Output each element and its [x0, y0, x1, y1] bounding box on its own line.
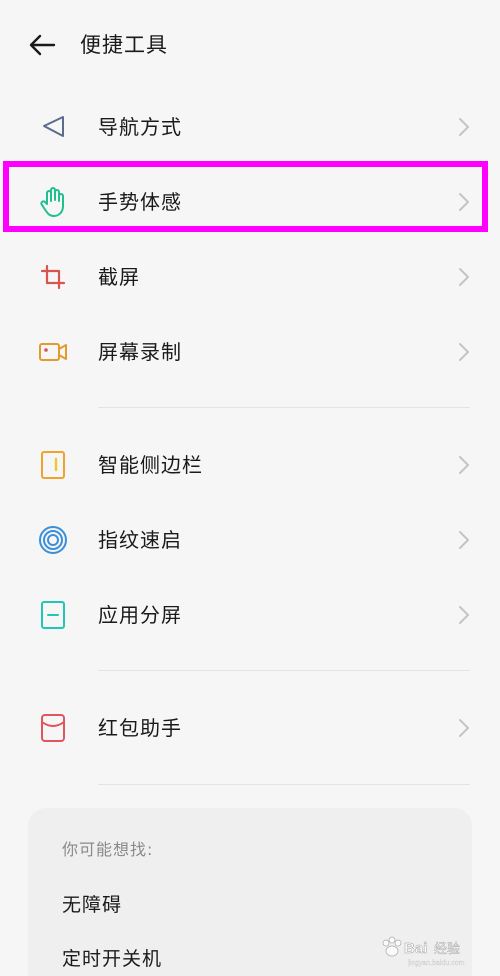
menu-item-smart-sidebar[interactable]: 智能侧边栏: [0, 435, 500, 495]
split-screen-icon: [36, 598, 70, 632]
svg-text:经验: 经验: [434, 941, 460, 957]
section-divider: [98, 670, 470, 671]
section-divider: [98, 784, 470, 785]
section-divider: [98, 407, 470, 408]
chevron-right-icon: [459, 606, 469, 624]
svg-text:jingyan.baidu.com: jingyan.baidu.com: [407, 960, 465, 967]
chevron-right-icon: [459, 343, 469, 361]
navigation-arrow-icon: [36, 110, 70, 144]
menu-item-red-envelope[interactable]: 红包助手: [0, 698, 500, 758]
menu-item-split-screen[interactable]: 应用分屏: [0, 585, 500, 645]
screen-record-icon: [36, 335, 70, 369]
menu-item-label: 截屏: [98, 265, 140, 289]
suggestion-accessibility[interactable]: 无障碍: [62, 890, 122, 917]
sidebar-icon: [36, 448, 70, 482]
back-button[interactable]: [26, 30, 60, 60]
chevron-right-icon: [459, 268, 469, 286]
menu-item-label: 智能侧边栏: [98, 453, 203, 477]
app-header: 便捷工具: [0, 18, 500, 74]
menu-item-label: 指纹速启: [98, 528, 182, 552]
menu-item-fingerprint[interactable]: 指纹速启: [0, 510, 500, 570]
crop-screenshot-icon: [36, 260, 70, 294]
suggestion-scheduled-power[interactable]: 定时开关机: [62, 944, 162, 971]
baidu-jingyan-watermark-logo: Bai 经验 jingyan.baidu.com: [382, 936, 465, 967]
menu-item-screen-record[interactable]: 屏幕录制: [0, 322, 500, 382]
chevron-right-icon: [459, 118, 469, 136]
highlight-box: [3, 161, 488, 232]
red-envelope-icon: [36, 711, 70, 745]
arrow-left-icon: [29, 34, 56, 56]
menu-item-label: 屏幕录制: [98, 340, 182, 364]
menu-item-label: 红包助手: [98, 716, 182, 740]
menu-item-label: 导航方式: [98, 115, 182, 139]
menu-item-screenshot[interactable]: 截屏: [0, 247, 500, 307]
chevron-right-icon: [459, 719, 469, 737]
fingerprint-icon: [36, 523, 70, 557]
chevron-right-icon: [459, 531, 469, 549]
page-title: 便捷工具: [80, 33, 168, 57]
suggestions-title: 你可能想找:: [62, 840, 154, 859]
menu-item-navigation[interactable]: 导航方式: [0, 97, 500, 157]
chevron-right-icon: [459, 456, 469, 474]
settings-screen: 便捷工具 导航方式 手势体感 截屏 屏幕录制 智能侧边栏 指纹速启 应用分屏 红…: [0, 0, 500, 976]
svg-text:Bai: Bai: [404, 940, 427, 957]
menu-item-label: 应用分屏: [98, 603, 182, 627]
